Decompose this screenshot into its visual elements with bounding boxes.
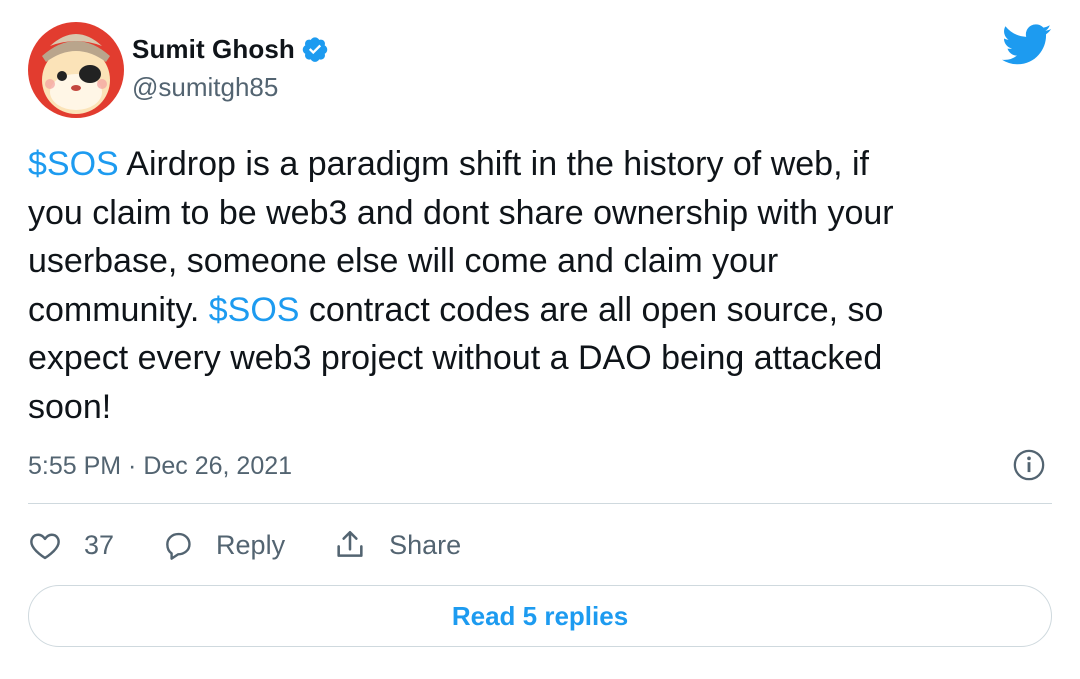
read-replies-button[interactable]: Read 5 replies [28, 585, 1052, 647]
info-icon[interactable] [1012, 448, 1046, 482]
tweet-header: Sumit Ghosh @sumitgh85 [28, 22, 1052, 118]
reply-button[interactable]: Reply [162, 529, 285, 561]
divider [28, 503, 1052, 504]
like-count: 37 [84, 529, 115, 560]
reply-icon [166, 532, 191, 560]
tweet-card: Sumit Ghosh @sumitgh85 $SOS Airdrop is a… [0, 0, 1080, 679]
reply-label: Reply [216, 529, 286, 560]
share-button[interactable]: Share [333, 528, 461, 562]
timestamp[interactable]: 5:55 PM · Dec 26, 2021 [28, 452, 292, 481]
heart-icon [30, 533, 60, 560]
cashtag-link[interactable]: $SOS [28, 145, 119, 183]
share-label: Share [389, 529, 462, 560]
cashtag-link[interactable]: $SOS [209, 291, 300, 329]
twitter-bird-icon[interactable] [1002, 24, 1052, 66]
avatar[interactable] [28, 22, 124, 118]
like-button[interactable]: 37 [28, 530, 114, 561]
share-icon [337, 530, 363, 557]
tweet-meta: 5:55 PM · Dec 26, 2021 [28, 446, 1052, 486]
action-bar: 37 Reply Share [28, 522, 509, 568]
display-name[interactable]: Sumit Ghosh [132, 34, 295, 65]
handle[interactable]: @sumitgh85 [132, 72, 329, 103]
verified-badge-icon [301, 35, 329, 63]
author-info: Sumit Ghosh @sumitgh85 [132, 32, 329, 103]
tweet-text: $SOS Airdrop is a paradigm shift in the … [28, 140, 1058, 431]
